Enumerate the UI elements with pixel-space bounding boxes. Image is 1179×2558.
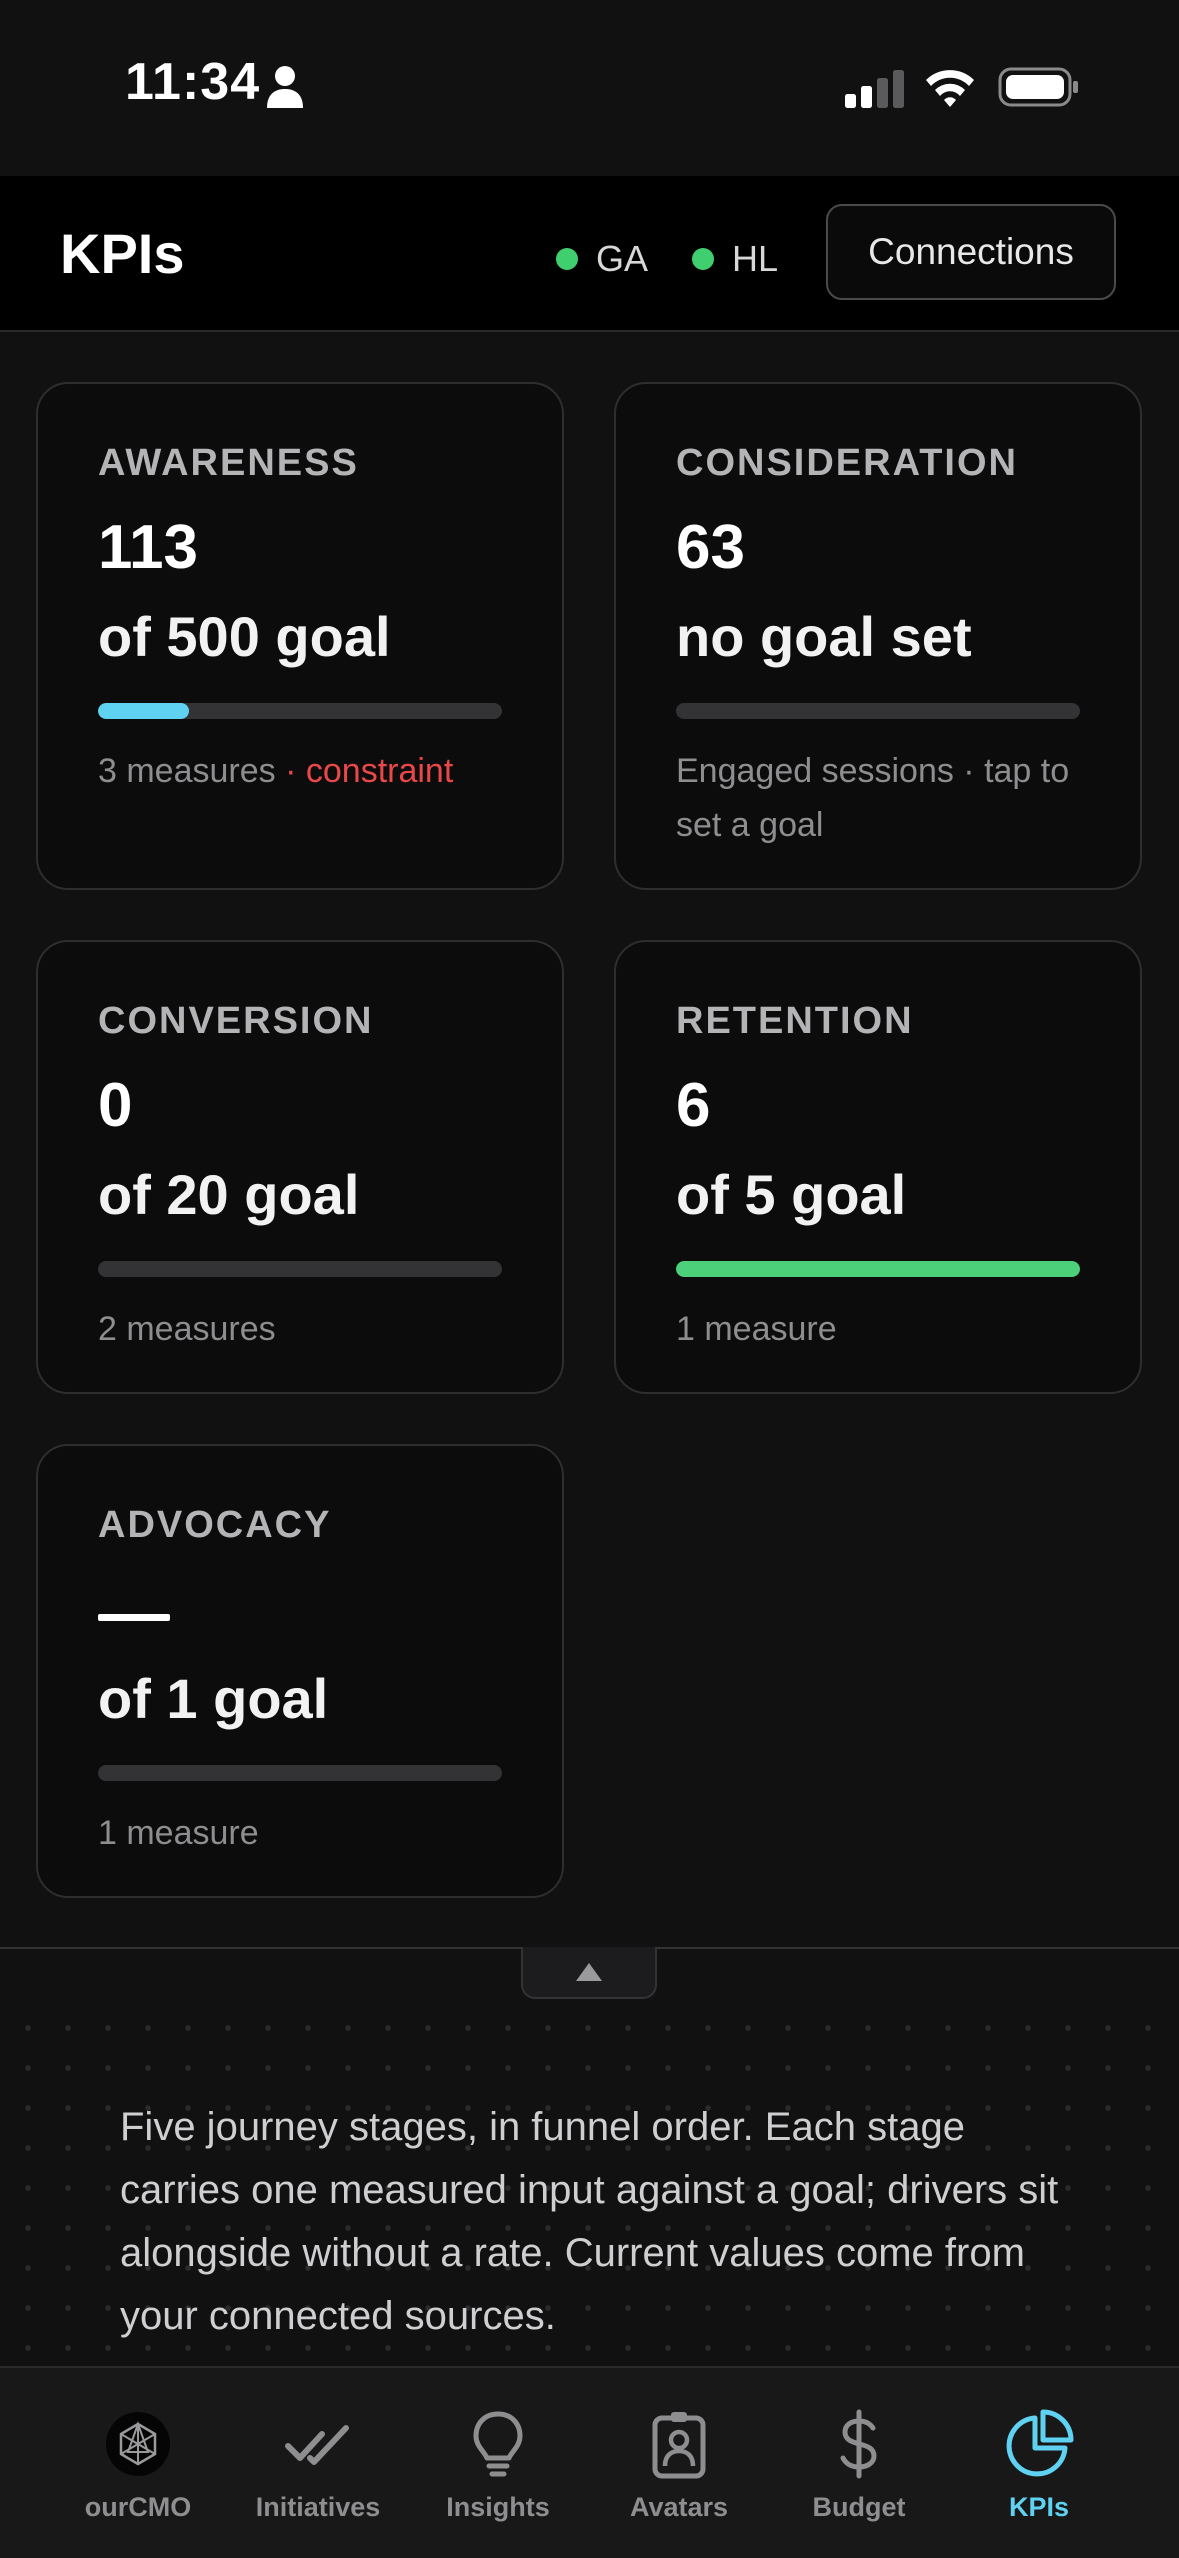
source-status-hl: HL (692, 238, 778, 280)
source-label: HL (732, 238, 779, 279)
kpi-meta: 2 measures (98, 1310, 276, 1348)
battery-icon (998, 67, 1078, 107)
goal-progress-bar (676, 703, 1080, 719)
tab-initiatives[interactable]: Initiatives (228, 2368, 408, 2558)
connected-status-dot (692, 248, 714, 270)
kpi-goal: no goal set (676, 605, 972, 668)
connected-status-dot (556, 248, 578, 270)
stage-label: ADVOCACY (98, 1504, 332, 1546)
double-check-icon (285, 2425, 349, 2465)
tab-budget[interactable]: Budget (769, 2368, 949, 2558)
ourcmo-logo-icon (106, 2412, 170, 2476)
tab-insights[interactable]: Insights (408, 2368, 588, 2558)
goal-progress-bar (98, 703, 502, 719)
measures-count: 3 measures (98, 752, 276, 790)
wifi-icon (926, 70, 974, 107)
status-bar: 11:34 (0, 0, 1179, 176)
goal-progress-bar (98, 1261, 502, 1277)
kpi-value: 63 (676, 513, 745, 582)
kpi-card-advocacy[interactable]: ADVOCACY of 1 goal 1 measure (36, 1444, 564, 1898)
kpi-meta: Engaged sessions · tap to set a goal (676, 752, 1070, 844)
kpi-goal: of 5 goal (676, 1163, 907, 1226)
stage-label: AWARENESS (98, 442, 359, 484)
kpi-value: 113 (98, 513, 199, 582)
kpi-meta: 1 measure (676, 1310, 837, 1348)
page-header: KPIs GA HL Connections (0, 176, 1179, 332)
tab-ourcmo[interactable]: ourCMO (48, 2368, 228, 2558)
tab-label: Insights (446, 2492, 550, 2522)
lightbulb-icon (473, 2411, 523, 2477)
dollar-icon (840, 2409, 877, 2479)
source-label: GA (596, 238, 649, 279)
collapse-handle[interactable] (521, 1947, 657, 1999)
goal-progress-fill (98, 703, 190, 719)
kpi-value-empty (98, 1614, 170, 1621)
tab-label: Budget (812, 2492, 906, 2522)
stage-label: CONVERSION (98, 1000, 374, 1042)
tab-label: Avatars (629, 2492, 729, 2522)
status-time: 11:34 (125, 53, 261, 111)
tab-bar: ourCMO Initiatives Insights Avatars Budg… (0, 2366, 1179, 2558)
tab-kpis[interactable]: KPIs (949, 2368, 1129, 2558)
kpi-card-consideration[interactable]: CONSIDERATION 63 no goal set Engaged ses… (614, 382, 1142, 890)
stage-label: CONSIDERATION (676, 442, 1018, 484)
kpi-meta: 1 measure (98, 1814, 259, 1852)
kpi-goal: of 1 goal (98, 1667, 329, 1730)
source-status-ga: GA (556, 238, 648, 280)
tab-label: Initiatives (255, 2492, 381, 2522)
kpi-value: 0 (98, 1071, 133, 1140)
kpi-card-awareness[interactable]: AWARENESS 113 of 500 goal 3 measures · c… (36, 382, 564, 890)
constraint-flag: · constraint (285, 752, 454, 790)
kpi-value: 6 (676, 1071, 711, 1140)
id-badge-icon (652, 2412, 706, 2479)
kpi-description: Five journey stages, in funnel order. Ea… (120, 2105, 1059, 2338)
tab-avatars[interactable]: Avatars (589, 2368, 769, 2558)
kpi-card-retention[interactable]: RETENTION 6 of 5 goal 1 measure (614, 940, 1142, 1394)
kpi-goal: of 500 goal (98, 605, 391, 668)
cellular-signal-icon (845, 70, 904, 108)
kpi-meta: 3 measures · constraint (98, 744, 518, 798)
goal-progress-fill (676, 1261, 1080, 1277)
stage-label: RETENTION (676, 1000, 914, 1042)
caret-up-icon (576, 1963, 602, 1981)
tab-label: ourCMO (84, 2492, 192, 2522)
kpi-card-conversion[interactable]: CONVERSION 0 of 20 goal 2 measures (36, 940, 564, 1394)
goal-progress-bar (98, 1765, 502, 1781)
kpi-goal: of 20 goal (98, 1163, 360, 1226)
pie-chart-icon (1006, 2409, 1074, 2477)
page-title: KPIs (60, 222, 185, 285)
tab-label: KPIs (1008, 2492, 1070, 2522)
person-icon (267, 66, 303, 108)
connections-button[interactable]: Connections (826, 204, 1116, 300)
goal-progress-bar (676, 1261, 1080, 1277)
